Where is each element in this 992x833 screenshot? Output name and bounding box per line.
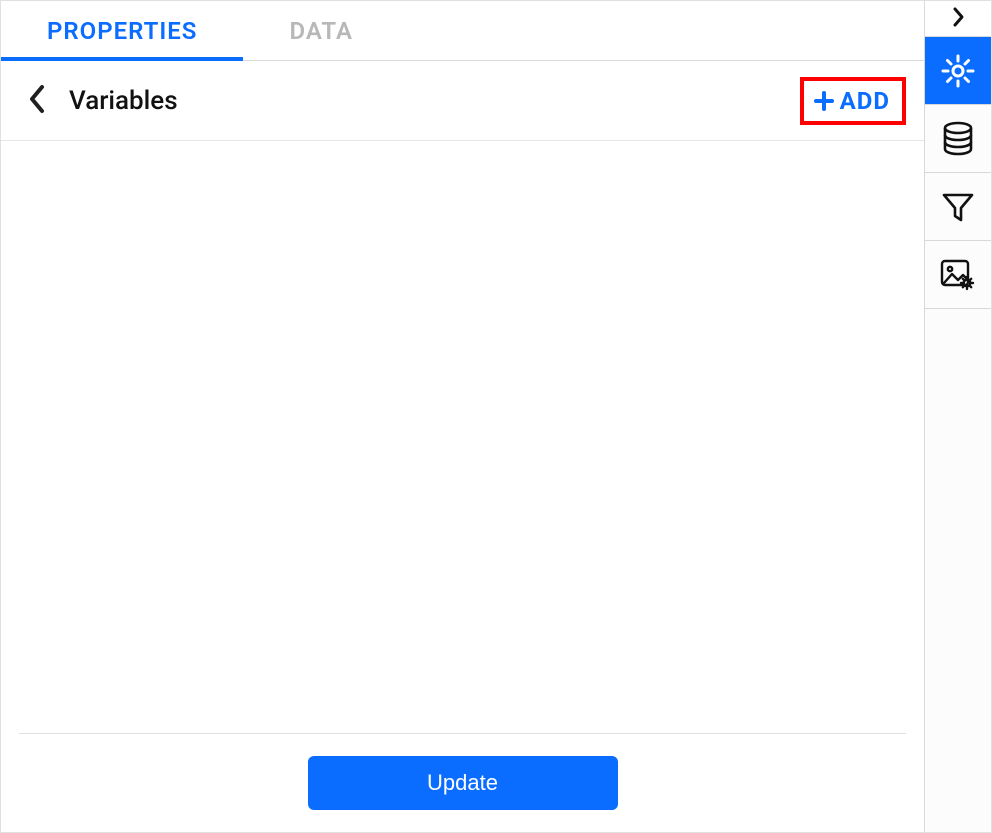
update-button[interactable]: Update [308, 756, 618, 810]
plus-icon [814, 91, 834, 111]
footer-row: Update [19, 756, 906, 832]
toolbar-filter-button[interactable] [925, 173, 991, 241]
image-gear-icon [939, 257, 977, 293]
app-root: PROPERTIES DATA Variables [0, 0, 992, 833]
chevron-left-icon [28, 84, 46, 118]
side-toolbar [925, 1, 991, 832]
database-icon [941, 121, 975, 157]
tab-properties-label: PROPERTIES [47, 17, 197, 45]
tab-data-label: DATA [289, 17, 353, 45]
toolbar-settings-button[interactable] [925, 37, 991, 105]
tabs-bar: PROPERTIES DATA [1, 1, 924, 61]
section-title: Variables [69, 86, 178, 116]
panel-body: Update [1, 141, 924, 832]
update-button-label: Update [427, 770, 498, 795]
collapse-panel-button[interactable] [925, 1, 991, 37]
variables-list-empty [19, 141, 906, 733]
section-header: Variables ADD [1, 61, 924, 141]
tab-properties[interactable]: PROPERTIES [1, 1, 243, 60]
tab-data[interactable]: DATA [243, 1, 399, 60]
toolbar-image-settings-button[interactable] [925, 241, 991, 309]
body-divider [19, 733, 906, 734]
filter-icon [941, 190, 975, 224]
back-button[interactable] [19, 83, 55, 119]
add-button-label: ADD [840, 87, 890, 115]
gear-icon [940, 53, 976, 89]
main-panel: PROPERTIES DATA Variables [1, 1, 925, 832]
toolbar-data-button[interactable] [925, 105, 991, 173]
chevron-right-icon [951, 6, 965, 32]
add-button[interactable]: ADD [800, 77, 906, 125]
